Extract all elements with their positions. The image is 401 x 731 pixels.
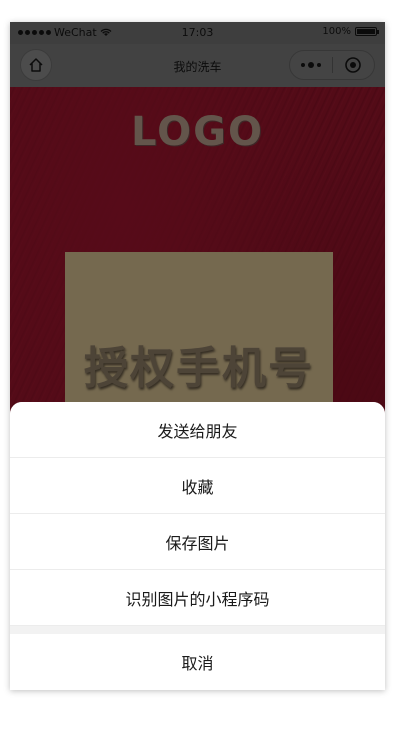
action-favorite[interactable]: 收藏 (10, 458, 385, 514)
sheet-divider (10, 626, 385, 634)
action-recognize-qrcode[interactable]: 识别图片的小程序码 (10, 570, 385, 626)
action-sheet: 发送给朋友 收藏 保存图片 识别图片的小程序码 取消 (10, 402, 385, 690)
action-save-image[interactable]: 保存图片 (10, 514, 385, 570)
phone-frame: WeChat 17:03 100% 我的洗车 LOGO 授权手机号 发送给朋友 … (10, 22, 385, 690)
cancel-button[interactable]: 取消 (10, 634, 385, 690)
action-send-to-friend[interactable]: 发送给朋友 (10, 402, 385, 458)
